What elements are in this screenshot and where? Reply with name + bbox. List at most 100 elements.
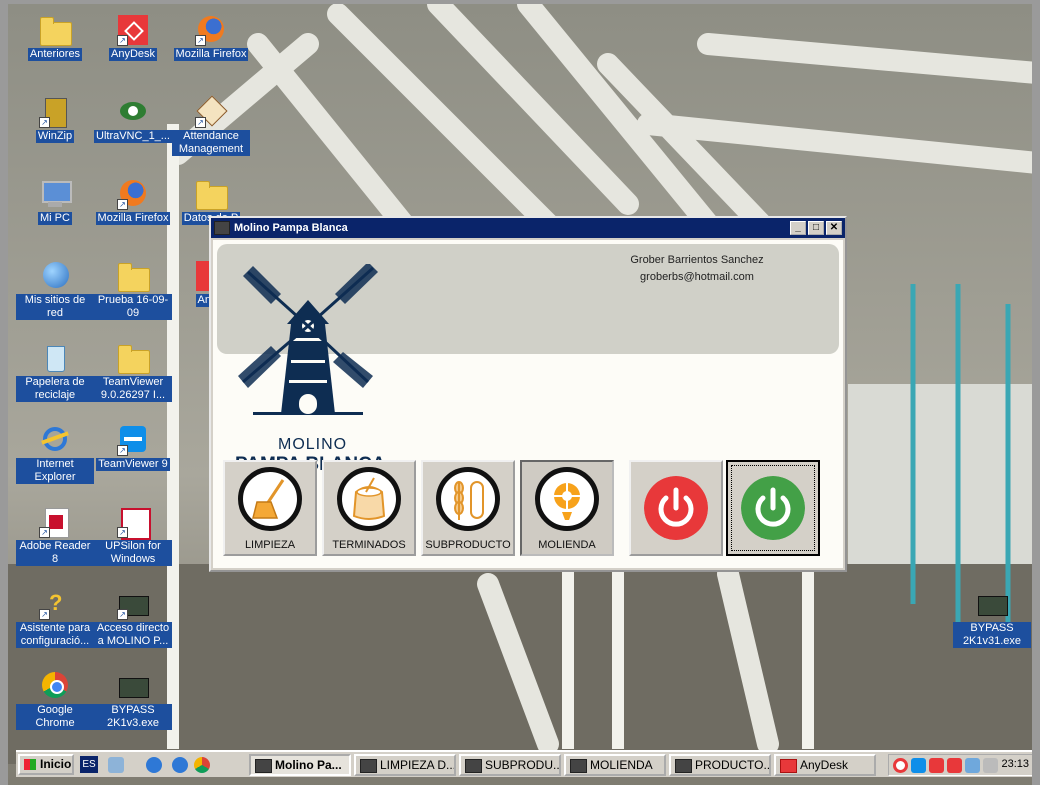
- quicklaunch-icon[interactable]: [108, 757, 124, 773]
- desktop-icon-mis-sitios-de-red[interactable]: Mis sitios de red: [16, 260, 94, 320]
- task-label: MOLIENDA: [590, 758, 653, 772]
- desktop-icon-label: TeamViewer 9: [96, 458, 170, 471]
- start-button[interactable]: Inicio: [18, 754, 74, 775]
- network-icon: [39, 260, 71, 292]
- app-window-icon: [675, 759, 692, 773]
- tray-icon[interactable]: [893, 758, 908, 773]
- task-anydesk[interactable]: AnyDesk: [774, 754, 876, 776]
- author-name: Grober Barrientos Sanchez: [630, 254, 764, 266]
- anydesk-icon: [780, 759, 797, 773]
- tray-monitor-icon[interactable]: [965, 758, 980, 773]
- ie-icon: [39, 424, 71, 456]
- molienda-button[interactable]: MOLIENDA: [520, 460, 614, 556]
- app-window-icon: [360, 759, 377, 773]
- anydesk-icon: ↗: [117, 14, 149, 46]
- winzip-icon: ↗: [39, 96, 71, 128]
- plc-icon: [976, 588, 1008, 620]
- close-button[interactable]: ✕: [826, 221, 842, 235]
- minimize-button[interactable]: _: [790, 221, 806, 235]
- window-title: Molino Pampa Blanca: [234, 222, 348, 234]
- desktop-icon-teamviewer[interactable]: ↗ TeamViewer 9: [94, 424, 172, 471]
- quicklaunch-ie2-icon[interactable]: [172, 757, 188, 773]
- tray-teamviewer-icon[interactable]: [911, 758, 926, 773]
- desktop-icon-prueba[interactable]: Prueba 16-09-09: [94, 260, 172, 320]
- power-off-icon: [644, 476, 708, 540]
- windmill-icon: [238, 262, 378, 415]
- tray-volume-icon[interactable]: [983, 758, 998, 773]
- desktop-icon-teamviewer-folder[interactable]: TeamViewer 9.0.26297 I...: [94, 342, 172, 402]
- task-label: PRODUCTO...: [695, 758, 771, 772]
- task-molino[interactable]: Molino Pa...: [249, 754, 351, 776]
- desktop-icon-internet-explorer[interactable]: Internet Explorer: [16, 424, 94, 484]
- task-molienda[interactable]: MOLIENDA: [564, 754, 666, 776]
- attendance-icon: ↗: [195, 95, 228, 128]
- folder-icon: [195, 178, 228, 210]
- desktop-icon-label: Mi PC: [38, 212, 72, 225]
- desktop-icon-label: Acceso directo a MOLINO P...: [94, 622, 172, 648]
- desktop-icon-label: Asistente para configuració...: [16, 622, 94, 648]
- window-titlebar[interactable]: Molino Pampa Blanca _ □ ✕: [211, 218, 845, 238]
- desktop-icon-mi-pc[interactable]: Mi PC: [16, 178, 94, 225]
- desktop-icon-label: Prueba 16-09-09: [94, 294, 172, 320]
- desktop-icon-label: Mozilla Firefox: [173, 48, 249, 61]
- subproducto-button[interactable]: SUBPRODUCTO: [421, 460, 515, 556]
- desktop-icon-papelera[interactable]: Papelera de reciclaje: [16, 342, 94, 402]
- app-window-icon: [465, 759, 482, 773]
- tray-anydesk-icon[interactable]: [929, 758, 944, 773]
- desktop-icon-adobe-reader[interactable]: ↗ Adobe Reader 8: [16, 506, 94, 566]
- desktop-icon-label: BYPASS 2K1v3.exe: [94, 704, 172, 730]
- molino-logo: MOLINO PAMPA BLANCA: [223, 262, 393, 475]
- tray-clock[interactable]: 23:13: [1001, 758, 1029, 770]
- firefox-icon: ↗: [195, 14, 227, 46]
- desktop-icon-label: Mozilla Firefox: [95, 212, 171, 225]
- desktop-icon-label: AnyDesk: [108, 48, 158, 61]
- desktop-icon-firefox-1[interactable]: ↗ Mozilla Firefox: [172, 14, 250, 61]
- desktop-icon-label: Internet Explorer: [16, 458, 94, 484]
- desktop-icon-bypass-1[interactable]: BYPASS 2K1v3.exe: [94, 670, 172, 730]
- broom-icon: [238, 467, 302, 531]
- recycle-bin-icon: [39, 342, 71, 374]
- desktop-icon-acceso-directo-molino[interactable]: ↗ Acceso directo a MOLINO P...: [94, 588, 172, 648]
- desktop-icon-anydesk[interactable]: ↗ AnyDesk: [94, 14, 172, 61]
- folder-icon: [117, 260, 150, 292]
- computer-icon: [39, 178, 72, 210]
- desktop-icon-label: BYPASS 2K1v31.exe: [953, 622, 1031, 648]
- task-producto[interactable]: PRODUCTO...: [669, 754, 771, 776]
- tray-network-icon[interactable]: [947, 758, 962, 773]
- task-limpieza[interactable]: LIMPIEZA D...: [354, 754, 456, 776]
- desktop-icon-winzip[interactable]: ↗ WinZip: [16, 96, 94, 143]
- desktop-icon-label: Adobe Reader 8: [16, 540, 94, 566]
- mill-wheel-icon: [535, 467, 599, 531]
- author-info: Grober Barrientos Sanchez groberbs@hotma…: [612, 252, 782, 286]
- desktop-icon-ultravnc[interactable]: UltraVNC_1_...: [94, 96, 172, 143]
- desktop-icon-label: Mis sitios de red: [16, 294, 94, 320]
- limpieza-button[interactable]: LIMPIEZA: [223, 460, 317, 556]
- power-off-button[interactable]: [629, 460, 723, 556]
- ultravnc-icon: [117, 96, 149, 128]
- desktop-icon-bypass-2[interactable]: BYPASS 2K1v31.exe: [953, 588, 1031, 648]
- power-on-icon: [741, 476, 805, 540]
- folder-icon: [39, 14, 72, 46]
- desktop-icon-asistente[interactable]: ? ↗ Asistente para configuració...: [16, 588, 94, 648]
- task-label: LIMPIEZA D...: [380, 758, 456, 772]
- desktop-icon-attendance[interactable]: ↗ Attendance Management: [172, 95, 250, 156]
- terminados-button[interactable]: TERMINADOS: [322, 460, 416, 556]
- language-indicator[interactable]: ES: [80, 756, 98, 773]
- desktop-icon-firefox-2[interactable]: ↗ Mozilla Firefox: [94, 178, 172, 225]
- desktop-icon-label: Anteriores: [27, 48, 83, 61]
- desktop-icon-anteriores[interactable]: Anteriores: [16, 14, 94, 61]
- app-window-icon: [214, 221, 230, 235]
- quicklaunch-chrome-icon[interactable]: [194, 757, 210, 773]
- quicklaunch-ie-icon[interactable]: [146, 757, 162, 773]
- desktop-icon-google-chrome[interactable]: Google Chrome: [16, 670, 94, 730]
- power-on-button[interactable]: [726, 460, 820, 556]
- upsilon-icon: ↗: [117, 506, 151, 540]
- wheat-icon: [436, 467, 500, 531]
- desktop-icon-label: Attendance Management: [172, 130, 250, 156]
- desktop-icon-upsilon[interactable]: ↗ UPSilon for Windows: [94, 506, 172, 566]
- task-subproducto[interactable]: SUBPRODU...: [459, 754, 561, 776]
- system-tray: 23:13: [888, 754, 1032, 776]
- maximize-button[interactable]: □: [808, 221, 824, 235]
- folder-icon: [117, 342, 150, 374]
- limpieza-label: LIMPIEZA: [244, 539, 296, 551]
